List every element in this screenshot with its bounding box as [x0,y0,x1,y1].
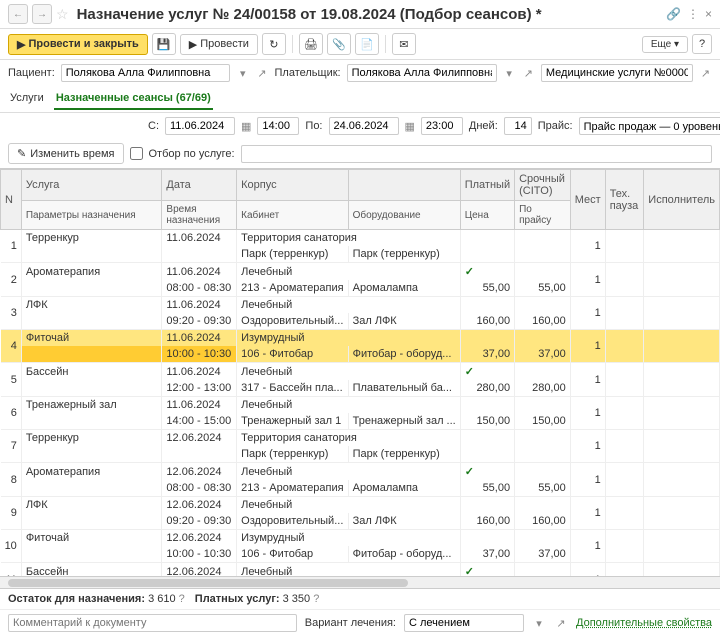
table-row[interactable]: 3ЛФК11.06.2024Лечебный1 [1,297,720,314]
to-date-input[interactable] [329,117,399,135]
col-n[interactable]: N [1,170,22,230]
table-row[interactable]: 1Терренкур11.06.2024Территория санатория… [1,230,720,247]
print-button[interactable]: 🖨 [299,33,323,55]
patient-input[interactable] [61,64,230,82]
col-paid[interactable]: Платный [460,170,514,201]
back-button[interactable]: ← [8,4,28,24]
mail-button[interactable]: ✉ [392,33,416,55]
to-date-picker-icon[interactable]: ▦ [405,120,415,133]
paid-label: Платных услуг: [195,593,280,605]
variant-input[interactable] [404,614,524,632]
from-date-input[interactable] [165,117,235,135]
col-assign-time[interactable]: Время назначения [162,201,237,230]
filter-service-label: Отбор по услуге: [149,148,235,160]
col-tech-pause[interactable]: Тех. пауза [605,170,644,230]
price-input[interactable] [579,117,720,135]
comment-input[interactable] [8,614,297,632]
table-row[interactable]: 7Терренкур12.06.2024Территория санатория… [1,430,720,447]
patient-open-icon[interactable]: ↗ [255,67,268,80]
remain-label: Остаток для назначения: [8,593,145,605]
col-equip-spacer [348,170,460,201]
close-icon[interactable]: × [705,7,712,21]
horizontal-scrollbar[interactable] [0,576,720,588]
link-icon[interactable]: 🔗 [666,7,681,21]
post-and-close-button[interactable]: ▶ Провести и закрыть [8,34,148,55]
days-label: Дней: [469,120,498,132]
col-performer[interactable]: Исполнитель [644,170,720,230]
menu-icon[interactable]: ⋮ [687,7,699,21]
report-button[interactable]: 📄 [355,33,379,55]
table-row[interactable]: 6Тренажерный зал11.06.2024Лечебный1 [1,397,720,414]
medservices-input[interactable] [541,64,693,82]
help-button[interactable]: ? [692,34,712,54]
from-time-input[interactable] [257,117,299,135]
post-button[interactable]: ▶ Провести [180,34,258,55]
table-row[interactable]: 10Фиточай12.06.2024Изумрудный1 [1,530,720,547]
medservices-open-icon[interactable]: ↗ [699,67,712,80]
col-equip[interactable]: Оборудование [348,201,460,230]
from-date-picker-icon[interactable]: ▦ [241,120,251,133]
edit-time-button[interactable]: ✎ Изменить время [8,143,124,164]
col-byprice[interactable]: По прайсу [515,201,571,230]
table-row[interactable]: 11Бассейн12.06.2024Лечебный✓1 [1,563,720,577]
patient-label: Пациент: [8,67,55,79]
col-urgent[interactable]: Срочный (CITO) [515,170,571,201]
table-row[interactable]: 2Ароматерапия11.06.2024Лечебный✓1 [1,263,720,281]
grid-scroll[interactable]: N Услуга Дата Корпус Платный Срочный (CI… [0,168,720,576]
tab-services[interactable]: Услуги [8,88,46,110]
table-row[interactable]: 9ЛФК12.06.2024Лечебный1 [1,497,720,514]
variant-open-icon[interactable]: ↗ [554,617,568,630]
col-room[interactable]: Кабинет [237,201,348,230]
variant-label: Вариант лечения: [305,617,396,629]
forward-button[interactable]: → [32,4,52,24]
table-row[interactable]: 5Бассейн11.06.2024Лечебный✓1 [1,363,720,381]
window-title: Назначение услуг № 24/00158 от 19.08.202… [77,6,662,23]
to-time-input[interactable] [421,117,463,135]
patient-dropdown-icon[interactable]: ▾ [236,67,249,80]
refresh-button[interactable]: ↻ [262,33,286,55]
save-button[interactable]: 💾 [152,33,176,55]
tab-sessions[interactable]: Назначенные сеансы (67/69) [54,88,213,110]
paid-value: 3 350 [283,593,311,605]
col-service[interactable]: Услуга [21,170,162,201]
filter-service-input[interactable] [241,145,712,163]
to-label: По: [305,120,322,132]
remain-value: 3 610 [148,593,176,605]
filter-service-checkbox[interactable] [130,147,143,160]
col-price[interactable]: Цена [460,201,514,230]
col-places[interactable]: Мест [570,170,605,230]
col-params[interactable]: Параметры назначения [21,201,162,230]
days-input[interactable] [504,117,532,135]
from-label: С: [148,120,159,132]
col-building[interactable]: Корпус [237,170,348,201]
payer-label: Плательщик: [275,67,341,79]
attach-button[interactable]: 📎 [327,33,351,55]
extra-props-link[interactable]: Дополнительные свойства [576,617,712,629]
table-row[interactable]: 4Фиточай11.06.2024Изумрудный1 [1,330,720,347]
payer-open-icon[interactable]: ↗ [522,67,535,80]
col-date[interactable]: Дата [162,170,237,201]
sessions-grid: N Услуга Дата Корпус Платный Срочный (CI… [0,169,720,576]
variant-dropdown-icon[interactable]: ▾ [532,617,546,630]
table-row[interactable]: 8Ароматерапия12.06.2024Лечебный✓1 [1,463,720,481]
more-button[interactable]: Еще ▾ [642,36,688,53]
price-label: Прайс: [538,120,573,132]
payer-input[interactable] [347,64,497,82]
favorite-icon[interactable]: ☆ [56,6,69,23]
payer-dropdown-icon[interactable]: ▾ [503,67,516,80]
